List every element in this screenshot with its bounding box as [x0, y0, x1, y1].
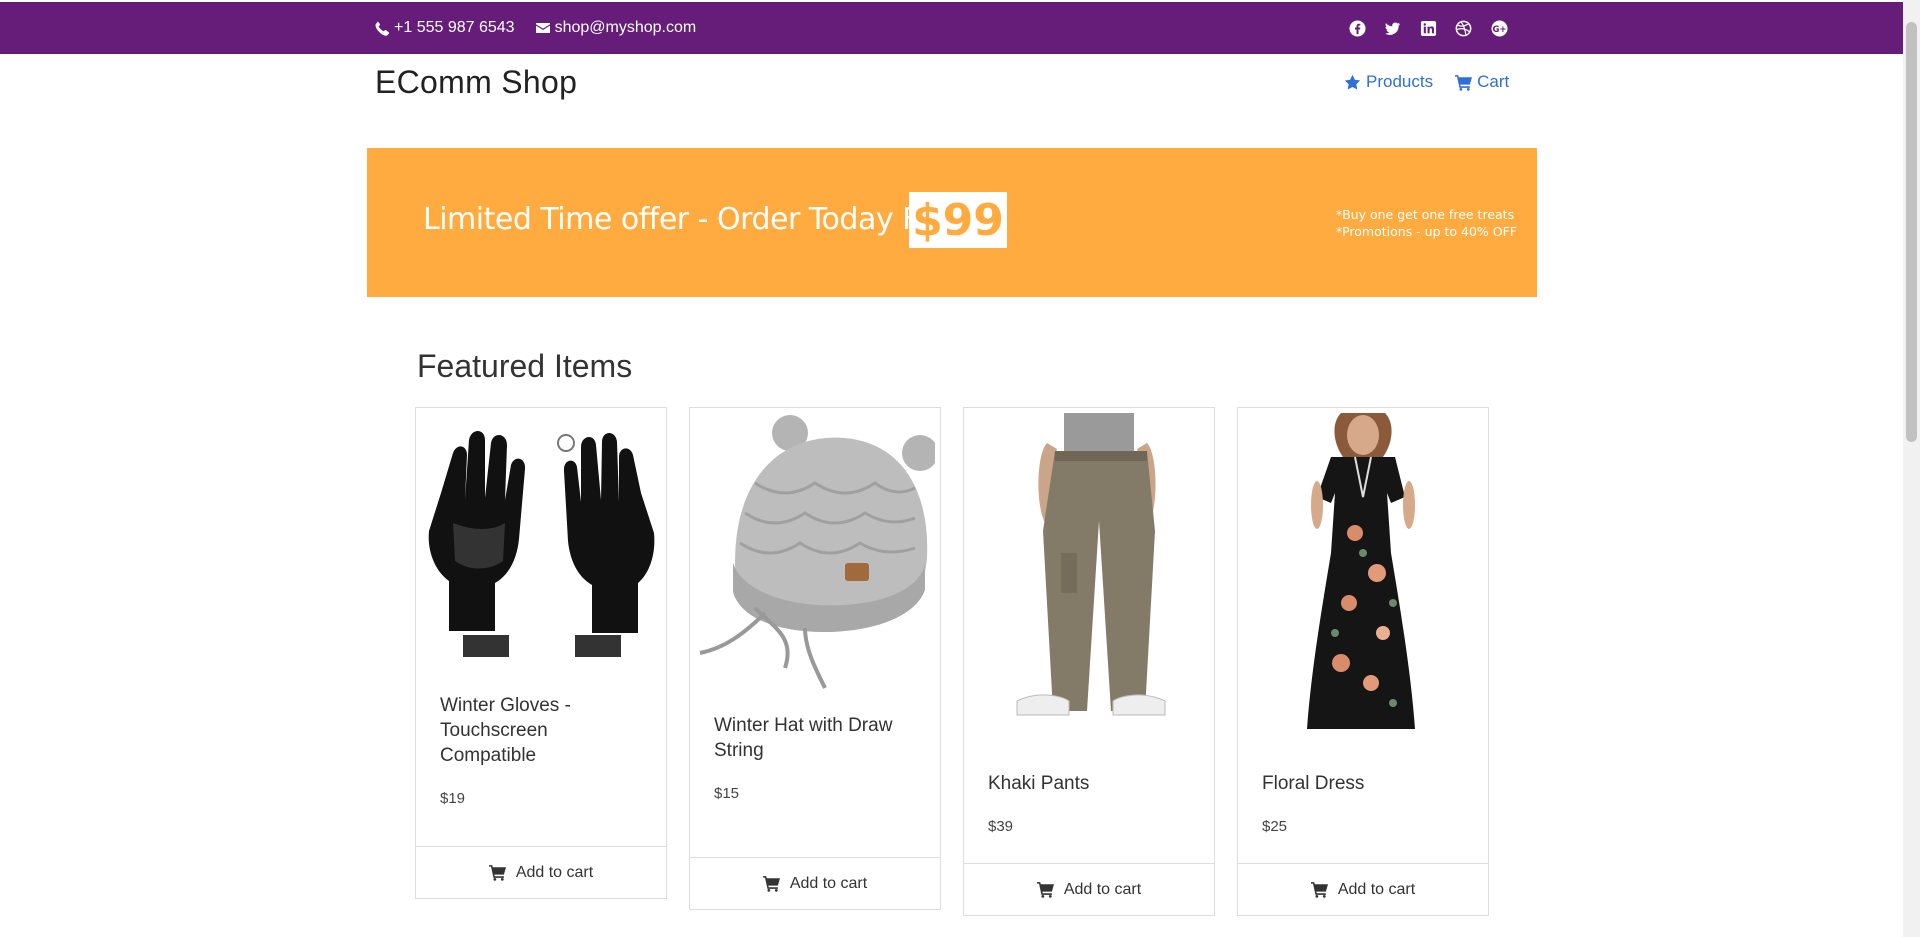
phone-contact[interactable]: +1 555 987 6543	[374, 19, 515, 37]
product-name[interactable]: Winter Hat with Draw String	[690, 713, 940, 763]
promo-notes: *Buy one get one free treats *Promotions…	[1336, 206, 1517, 240]
linkedin-icon	[1420, 20, 1436, 36]
product-price: $25	[1262, 818, 1288, 835]
product-image-khaki-pants[interactable]	[969, 413, 1209, 733]
main-navbar: EComm Shop Products Cart	[0, 54, 1903, 114]
dribbble-link[interactable]	[1455, 19, 1473, 37]
google-plus-icon: G+	[1490, 19, 1508, 37]
add-to-cart-label: Add to cart	[1063, 880, 1142, 898]
add-to-cart-button[interactable]: Add to cart	[1238, 863, 1488, 915]
star-icon	[1344, 74, 1361, 90]
scrollbar-thumb[interactable]	[1906, 22, 1917, 442]
add-to-cart-button[interactable]: Add to cart	[690, 857, 940, 909]
product-card: Winter Hat with Draw String $15 Add to c…	[689, 407, 941, 910]
nav-link-label: Cart	[1477, 72, 1510, 91]
social-links: G+	[1348, 2, 1526, 54]
product-card: Khaki Pants $39 Add to cart	[963, 407, 1215, 916]
envelope-icon	[535, 23, 550, 33]
product-price: $19	[440, 790, 466, 807]
product-image-gloves[interactable]	[421, 413, 661, 673]
cart-icon	[1310, 882, 1328, 898]
phone-number: +1 555 987 6543	[394, 19, 515, 36]
svg-text:G+: G+	[1492, 24, 1506, 34]
nav-link-products[interactable]: Products	[1344, 72, 1433, 92]
add-to-cart-label: Add to cart	[515, 863, 594, 881]
nav-links: Products Cart	[1344, 72, 1531, 92]
product-card: Winter Gloves - Touchscreen Compatible $…	[415, 407, 667, 899]
product-price: $39	[988, 818, 1014, 835]
promo-price: $99	[912, 194, 1004, 246]
promo-note-discount: *Promotions - up to 40% OFF	[1335, 224, 1517, 239]
add-to-cart-button[interactable]: Add to cart	[964, 863, 1214, 915]
add-to-cart-label: Add to cart	[1337, 880, 1416, 898]
nav-link-cart[interactable]: Cart	[1455, 72, 1509, 92]
brand-logo-text[interactable]: EComm Shop	[375, 64, 577, 101]
promo-price-tag: $99	[909, 192, 1007, 248]
twitter-icon	[1384, 22, 1401, 35]
product-name[interactable]: Khaki Pants	[964, 771, 1214, 796]
email-contact[interactable]: shop@myshop.com	[535, 19, 697, 37]
cart-icon	[1036, 882, 1054, 898]
cart-icon	[1455, 74, 1473, 91]
dribbble-icon	[1455, 20, 1472, 36]
email-address: shop@myshop.com	[554, 19, 697, 36]
product-image-hat[interactable]	[695, 413, 935, 703]
promo-note-bogo: *Buy one get one free treats	[1335, 207, 1515, 222]
add-to-cart-button[interactable]: Add to cart	[416, 846, 666, 898]
product-price: $15	[714, 785, 740, 802]
google-plus-link[interactable]: G+	[1490, 19, 1508, 37]
product-name[interactable]: Winter Gloves - Touchscreen Compatible	[416, 693, 666, 768]
facebook-icon	[1348, 19, 1366, 37]
product-card: Floral Dress $25 Add to cart	[1237, 407, 1489, 916]
linkedin-link[interactable]	[1419, 19, 1437, 37]
cart-icon	[488, 865, 506, 881]
nav-link-label: Products	[1366, 72, 1434, 91]
product-image-floral-dress[interactable]	[1243, 413, 1483, 733]
top-contact-bar: +1 555 987 6543 shop@myshop.com G+	[0, 2, 1903, 54]
promo-banner[interactable]: Limited Time offer - Order Today For $99…	[367, 148, 1537, 297]
promo-headline: Limited Time offer - Order Today For	[423, 202, 948, 237]
featured-items-heading: Featured Items	[417, 348, 633, 384]
facebook-link[interactable]	[1348, 19, 1366, 37]
cart-icon	[762, 876, 780, 892]
phone-icon	[375, 21, 390, 36]
product-name[interactable]: Floral Dress	[1238, 771, 1488, 796]
add-to-cart-label: Add to cart	[789, 874, 868, 892]
twitter-link[interactable]	[1384, 19, 1402, 37]
contact-info: +1 555 987 6543 shop@myshop.com	[374, 2, 716, 54]
page-scrollbar[interactable]	[1903, 0, 1920, 937]
